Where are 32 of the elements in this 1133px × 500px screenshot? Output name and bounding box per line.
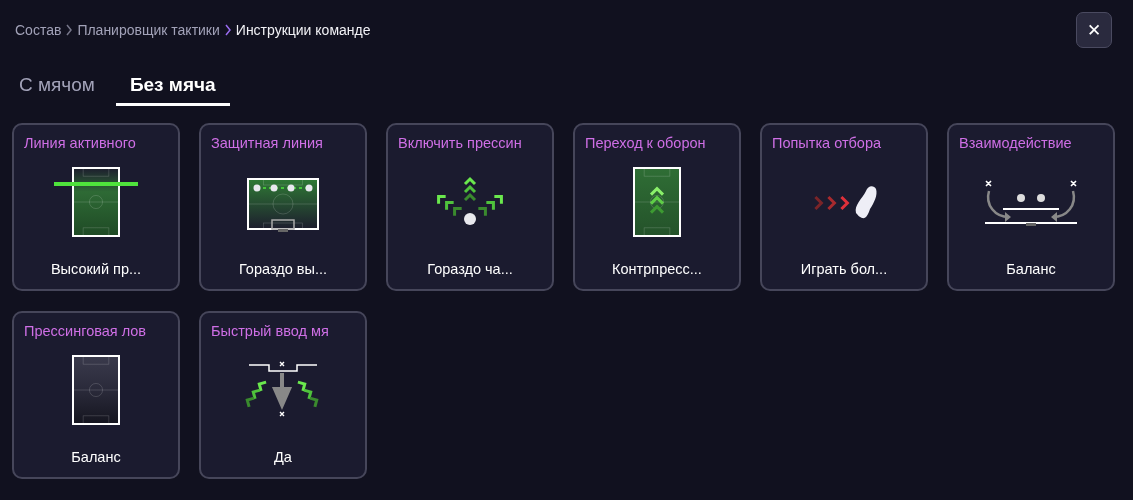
card-value: Гораздо вы...	[239, 261, 327, 277]
instruction-card[interactable]: Включить прессин Гораздо ча...	[386, 123, 554, 291]
instruction-card[interactable]: Защитная линия Гораздо вы...	[199, 123, 367, 291]
card-title: Быстрый ввод мя	[210, 323, 329, 339]
card-value: Играть бол...	[800, 261, 888, 277]
breadcrumb-current[interactable]: Инструкции команде	[235, 22, 371, 38]
card-title: Линия активного	[23, 135, 136, 151]
card-title: Защитная линия	[210, 135, 323, 151]
breadcrumb-link[interactable]: Состав	[15, 22, 62, 38]
card-title: Включить прессин	[397, 135, 522, 151]
chevron-icon	[223, 24, 232, 36]
card-value: Контрпресс...	[612, 261, 702, 277]
instruction-card[interactable]: Быстрый ввод мя Да	[199, 311, 367, 479]
card-title: Прессинговая лов	[23, 323, 147, 339]
card-title: Переход к оборон	[584, 135, 706, 151]
tab[interactable]: Без мяча	[115, 68, 230, 106]
chevron-icon	[65, 24, 74, 36]
instruction-card[interactable]: Линия активного Высокий пр...	[12, 123, 180, 291]
card-title: Попытка отбора	[771, 135, 882, 151]
card-title: Взаимодействие	[958, 135, 1072, 151]
instruction-card[interactable]: Прессинговая лов Баланс	[12, 311, 180, 479]
instruction-card[interactable]: Переход к оборон Контрпресс...	[573, 123, 741, 291]
card-value: Гораздо ча...	[427, 261, 513, 277]
close-button[interactable]: ✕	[1076, 12, 1112, 48]
card-value: Баланс	[1006, 261, 1056, 277]
tab[interactable]: С мячом	[12, 68, 102, 106]
card-value: Да	[274, 449, 292, 465]
instruction-card[interactable]: Попытка отбора Играть бол...	[760, 123, 928, 291]
card-value: Высокий пр...	[50, 261, 142, 277]
card-value: Баланс	[71, 449, 121, 465]
breadcrumb-link[interactable]: Планировщик тактики	[77, 22, 220, 38]
instruction-card[interactable]: Взаимодействие Баланс	[947, 123, 1115, 291]
